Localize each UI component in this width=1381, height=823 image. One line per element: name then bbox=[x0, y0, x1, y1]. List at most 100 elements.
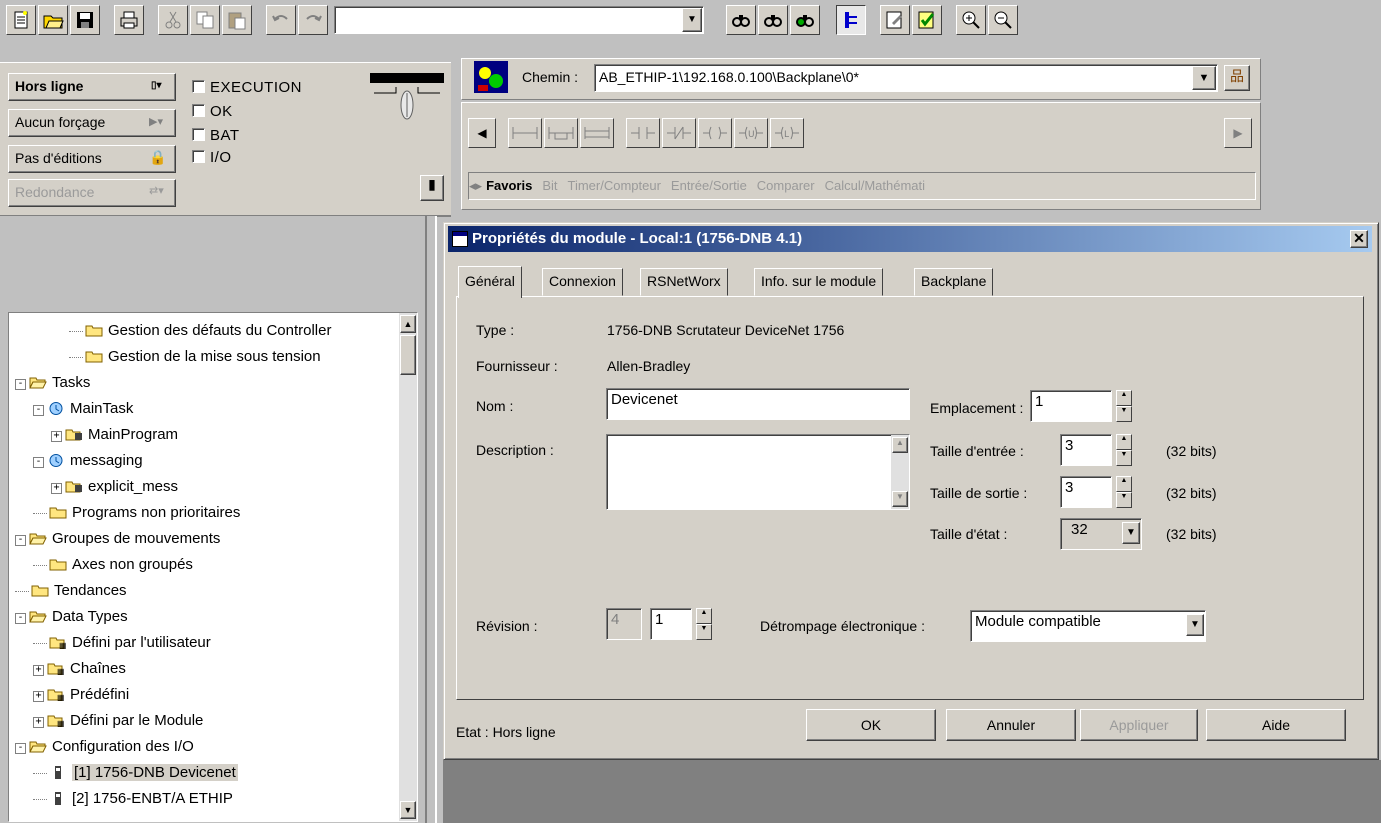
tab-rsnetworx[interactable]: RSNetWorx bbox=[640, 268, 728, 296]
output-size-spinner[interactable]: ▲ ▼ bbox=[1116, 476, 1132, 508]
expand-icon[interactable]: + bbox=[33, 717, 44, 728]
expand-icon[interactable]: + bbox=[51, 483, 62, 494]
scroll-thumb[interactable] bbox=[400, 335, 416, 375]
close-icon[interactable]: ✕ bbox=[1350, 230, 1368, 248]
tree-item[interactable]: + MainProgram bbox=[51, 423, 178, 447]
collapse-icon[interactable]: - bbox=[15, 743, 26, 754]
browse-icon[interactable] bbox=[790, 5, 820, 35]
xio-icon[interactable] bbox=[662, 118, 696, 148]
tree-item[interactable]: - Groupes de mouvements bbox=[15, 527, 220, 551]
tree-item[interactable]: + ▦ Chaînes bbox=[33, 657, 126, 681]
new-file-icon[interactable] bbox=[6, 5, 36, 35]
save-icon[interactable] bbox=[70, 5, 100, 35]
scroll-left-icon[interactable]: ◀ bbox=[468, 118, 496, 148]
scroll-down-icon[interactable]: ▼ bbox=[400, 801, 416, 819]
tab-connexion[interactable]: Connexion bbox=[542, 268, 623, 296]
tab-backplane[interactable]: Backplane bbox=[914, 268, 994, 296]
tab-general[interactable]: Général bbox=[458, 266, 522, 298]
edit-icon[interactable] bbox=[880, 5, 910, 35]
network-tree-icon[interactable]: 品 bbox=[1224, 65, 1250, 91]
slot-field[interactable]: 1 bbox=[1030, 390, 1112, 422]
tab-io[interactable]: Entrée/Sortie bbox=[671, 178, 747, 193]
network-gear-icon[interactable] bbox=[474, 61, 508, 93]
rung-icon[interactable] bbox=[508, 118, 542, 148]
tree-item[interactable]: - Configuration des I/O bbox=[15, 735, 194, 759]
slot-spinner[interactable]: ▲ ▼ bbox=[1116, 390, 1132, 422]
revision-minor-field[interactable]: 1 bbox=[650, 608, 692, 640]
tab-scroll-icon[interactable]: ◂▸ bbox=[469, 178, 482, 193]
chevron-down-icon[interactable]: ▼ bbox=[1186, 614, 1204, 636]
xic-icon[interactable] bbox=[626, 118, 660, 148]
description-scrollbar[interactable]: ▲ ▼ bbox=[891, 435, 909, 509]
scroll-up-icon[interactable]: ▲ bbox=[400, 315, 416, 333]
tab-bit[interactable]: Bit bbox=[542, 178, 557, 193]
tree-item[interactable]: Gestion de la mise sous tension bbox=[69, 345, 321, 369]
expand-icon[interactable]: + bbox=[51, 431, 62, 442]
path-combo[interactable]: AB_ETHIP-1\192.168.0.100\Backplane\0* ▼ bbox=[594, 64, 1218, 92]
otl-icon[interactable]: L bbox=[770, 118, 804, 148]
pane-splitter[interactable] bbox=[425, 216, 437, 823]
collapse-icon[interactable]: - bbox=[33, 457, 44, 468]
mode-dropdown[interactable]: Hors ligne ▯▾ bbox=[8, 73, 176, 101]
forcing-dropdown[interactable]: Aucun forçage ▶▾ bbox=[8, 109, 176, 137]
keying-select[interactable]: Module compatible ▼ bbox=[970, 610, 1206, 642]
copy-icon[interactable] bbox=[190, 5, 220, 35]
tab-favoris[interactable]: Favoris bbox=[486, 178, 532, 193]
input-size-spinner[interactable]: ▲ ▼ bbox=[1116, 434, 1132, 466]
tree-item[interactable]: Axes non groupés bbox=[33, 553, 193, 577]
ok-button[interactable]: OK bbox=[806, 709, 936, 741]
tree-item[interactable]: ▦ Défini par l'utilisateur bbox=[33, 631, 211, 655]
tree-item[interactable]: + explicit_mess bbox=[51, 475, 178, 499]
controller-organizer-tree[interactable]: Gestion des défauts du Controller Gestion… bbox=[8, 312, 418, 822]
cancel-button[interactable]: Annuler bbox=[946, 709, 1076, 741]
verify-all-icon[interactable] bbox=[912, 5, 942, 35]
redo-icon[interactable] bbox=[298, 5, 328, 35]
status-size-select[interactable]: 32 ▼ bbox=[1060, 518, 1142, 550]
dialog-title-bar[interactable]: Propriétés du module - Local:1 (1756-DNB… bbox=[448, 226, 1372, 252]
zoom-in-icon[interactable] bbox=[956, 5, 986, 35]
verify-icon[interactable] bbox=[836, 5, 866, 35]
branch-level-icon[interactable] bbox=[580, 118, 614, 148]
output-size-field[interactable]: 3 bbox=[1060, 476, 1112, 508]
expand-icon[interactable]: + bbox=[33, 691, 44, 702]
toolbar-combo[interactable]: ▼ bbox=[334, 6, 704, 34]
chevron-down-icon[interactable]: ▼ bbox=[682, 8, 702, 32]
tree-item[interactable]: - Data Types bbox=[15, 605, 128, 629]
chevron-down-icon[interactable]: ▼ bbox=[1192, 66, 1216, 90]
ote-icon[interactable] bbox=[698, 118, 732, 148]
description-field[interactable]: ▲ ▼ bbox=[606, 434, 910, 510]
scroll-up-icon[interactable]: ▲ bbox=[892, 437, 908, 453]
tab-math[interactable]: Calcul/Mathémati bbox=[825, 178, 925, 193]
undo-icon[interactable] bbox=[266, 5, 296, 35]
input-size-field[interactable]: 3 bbox=[1060, 434, 1112, 466]
scroll-right-icon[interactable]: ▶ bbox=[1224, 118, 1252, 148]
tree-item[interactable]: [1] 1756-DNB Devicenet bbox=[33, 761, 238, 785]
chevron-down-icon[interactable]: ▼ bbox=[1122, 522, 1140, 544]
collapse-icon[interactable]: - bbox=[33, 405, 44, 416]
tree-item[interactable]: Programs non prioritaires bbox=[33, 501, 240, 525]
search-icon[interactable] bbox=[726, 5, 756, 35]
expand-icon[interactable]: + bbox=[33, 665, 44, 676]
apply-button[interactable]: Appliquer bbox=[1080, 709, 1198, 741]
collapse-icon[interactable]: - bbox=[15, 379, 26, 390]
cut-icon[interactable] bbox=[158, 5, 188, 35]
tree-item[interactable]: - MainTask bbox=[33, 397, 133, 421]
otu-icon[interactable]: U bbox=[734, 118, 768, 148]
tree-item[interactable]: Tendances bbox=[15, 579, 127, 603]
help-button[interactable]: Aide bbox=[1206, 709, 1346, 741]
branch-icon[interactable] bbox=[544, 118, 578, 148]
revision-spinner[interactable]: ▲ ▼ bbox=[696, 608, 712, 640]
tree-item[interactable]: Gestion des défauts du Controller bbox=[69, 319, 331, 343]
tree-item[interactable]: + ▦ Défini par le Module bbox=[33, 709, 203, 733]
collapse-icon[interactable]: - bbox=[15, 535, 26, 546]
open-folder-icon[interactable] bbox=[38, 5, 68, 35]
scroll-down-icon[interactable]: ▼ bbox=[892, 491, 908, 507]
tree-item[interactable]: [2] 1756-ENBT/A ETHIP bbox=[33, 787, 233, 811]
redundancy-dropdown[interactable]: Redondance ⇄▾ bbox=[8, 179, 176, 207]
controller-properties-button[interactable]: ▮ bbox=[420, 175, 444, 201]
find-next-icon[interactable] bbox=[758, 5, 788, 35]
tree-item[interactable]: - Tasks bbox=[15, 371, 90, 395]
tab-module-info[interactable]: Info. sur le module bbox=[754, 268, 884, 296]
tab-timer[interactable]: Timer/Compteur bbox=[567, 178, 660, 193]
tree-item[interactable]: + ▦ Prédéfini bbox=[33, 683, 129, 707]
